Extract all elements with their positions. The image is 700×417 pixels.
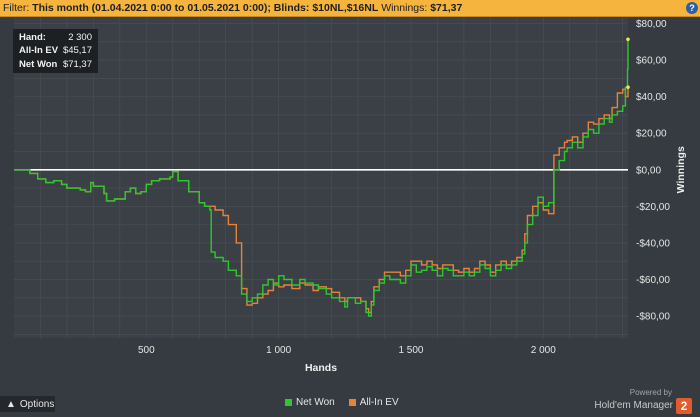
y-tick-label: $20,00 [636,129,667,140]
filter-blinds-value: $10NL,$16NL [312,2,379,14]
x-tick-label: 1 000 [266,345,291,356]
y-tick-label: $80,00 [636,19,667,30]
y-tick-label: $0,00 [636,165,661,176]
tooltip-row-net-won: Net Won $71,37 [19,58,92,71]
chart-svg: $80,00 $60,00 $40,00 $20,00 $0,00 -$20,00 -$40… [14,18,687,374]
y-tick-label: $40,00 [636,92,667,103]
caret-up-icon: ▲ [6,398,16,410]
legend-label: All-In EV [359,397,399,408]
filter-winnings-value: $71,37 [430,2,463,14]
tooltip-label: Hand: [19,32,46,43]
y-tick-label: -$80,00 [636,312,670,323]
tooltip-value: $71,37 [62,58,92,70]
plot-area [14,18,628,338]
tooltip-row-allin-ev: All-In EV $45,17 [19,44,92,57]
y-tick-label: -$20,00 [636,202,670,213]
brand-logo: Powered by Hold'em Manager 2 [594,388,692,414]
chart-legend: Net Won All-In EV [285,397,399,408]
legend-swatch [348,399,356,406]
filter-blinds-label: Blinds: [273,2,310,14]
options-label: Options [19,398,55,410]
x-tick-label: 1 500 [398,345,423,356]
brand-name: Hold'em Manager [594,400,673,411]
tooltip-value: $45,17 [62,45,92,57]
series-all-in-ev-end-marker [626,85,630,89]
x-axis-title: Hands [305,362,337,374]
options-button[interactable]: ▲ Options [0,396,55,412]
y-tick-label: -$40,00 [636,238,670,249]
legend-label: Net Won [296,397,335,408]
y-axis-title: Winnings [675,146,687,193]
legend-item-all-in-ev[interactable]: All-In EV [348,397,399,408]
filter-bar[interactable]: Filter: This month (01.04.2021 0:00 to 0… [0,0,700,17]
hover-tooltip: Hand: 2 300 All-In EV $45,17 Net Won $71… [13,29,98,73]
filter-prefix: Filter: [3,2,30,14]
filter-winnings-label: Winnings: [381,2,428,14]
tooltip-row-hand: Hand: 2 300 [19,31,92,44]
x-tick-label: 500 [138,345,155,356]
legend-item-net-won[interactable]: Net Won [285,397,335,408]
winnings-chart[interactable]: $80,00 $60,00 $40,00 $20,00 $0,00 -$20,00 -$40… [0,18,700,412]
legend-swatch [285,399,292,406]
y-tick-label: -$60,00 [636,275,670,286]
y-tick-label: $60,00 [636,56,667,67]
help-icon[interactable]: ? [686,2,698,14]
tooltip-label: All-In EV [19,45,59,57]
series-net-won-end-marker [626,37,630,42]
powered-by-text: Powered by [629,388,672,397]
tooltip-value: 2 300 [68,32,92,43]
filter-month: This month (01.04.2021 0:00 to 01.05.202… [32,2,271,14]
tooltip-label: Net Won [19,58,58,70]
x-tick-label: 2 000 [531,345,556,356]
